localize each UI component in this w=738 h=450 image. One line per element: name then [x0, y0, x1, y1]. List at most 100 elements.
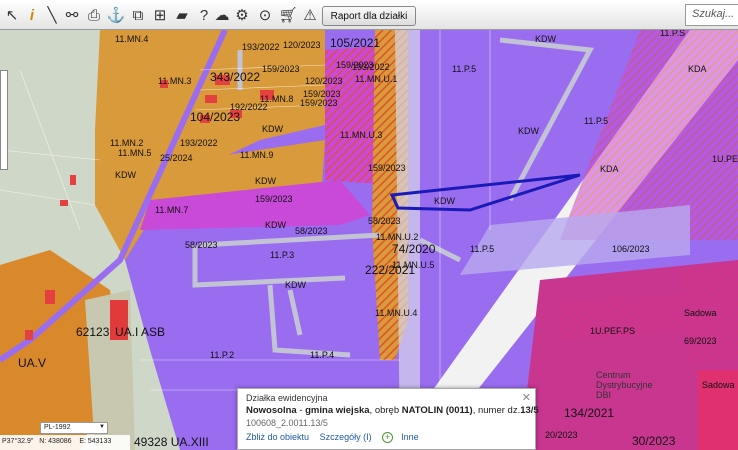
close-icon[interactable]: ✕	[522, 391, 531, 404]
parcel-label: 193/2022	[180, 138, 218, 148]
parcel-label: 58/2023	[185, 240, 218, 250]
info-icon[interactable]: i	[22, 5, 42, 25]
parcel-label: 20/2023	[545, 430, 578, 440]
parcel-label: UA.V	[18, 356, 47, 370]
coord-e: E: 543133	[79, 438, 112, 445]
zone-label: 11.MN.3	[158, 76, 192, 86]
parcel-label: 104/2023	[190, 110, 241, 124]
popup-links: Zbliż do obiektu Szczegóły (I) + Inne	[246, 432, 427, 443]
coord-lat: P37°32.9"	[2, 438, 34, 445]
side-panel-tab[interactable]	[0, 70, 8, 170]
coord-n: N: 438086	[39, 438, 72, 445]
zone-label: 11.MN.U.5	[392, 260, 435, 270]
precinct: NATOLIN (0011)	[401, 405, 473, 416]
layers-icon[interactable]: ⧉	[128, 5, 148, 25]
parcel-label: 343/2022	[210, 70, 261, 84]
parcel-label: UA.I ASB	[115, 325, 166, 339]
road-label: KDW	[265, 220, 286, 230]
zone-label: 11.MN.U.1	[355, 74, 398, 84]
parcel-info-popup: Działka ewidencyjna ✕ Nowosolna - gmina …	[237, 388, 539, 450]
road-label: KDW	[115, 170, 136, 180]
precinct-label: , obręb	[369, 405, 402, 416]
parcel-label: 159/2023	[300, 98, 338, 108]
zoom-icon[interactable]: ⊙	[255, 5, 275, 25]
road-label: KDW	[285, 280, 306, 290]
separator: -	[296, 405, 306, 416]
parcel-label: 74/2020	[392, 242, 436, 256]
zone-label: 11.MN.4	[115, 34, 149, 44]
parcel-label: 58/2023	[295, 226, 328, 236]
parcel-label: 193/2022	[242, 42, 280, 52]
plus-icon[interactable]: +	[382, 432, 394, 443]
zone-label: 11.MN.U.3	[340, 130, 383, 140]
parcel-label: 120/2023	[305, 76, 343, 86]
measure-line-icon[interactable]: ╲	[42, 5, 62, 25]
road-label: KDW	[262, 124, 283, 134]
parcel-label: 159/2023	[262, 64, 300, 74]
municipality: Nowosolna	[246, 405, 297, 416]
coordinate-readout: P37°32.9" N: 438086 E: 543133	[0, 435, 130, 450]
zone-label: 11.MN.U.4	[375, 308, 418, 318]
map-view[interactable]: 105/2021 120/2023 193/2022 159/2023 159/…	[0, 30, 738, 450]
zone-label: 11.MN.7	[155, 205, 189, 215]
road-label: Sadowa	[684, 308, 717, 318]
parcel-id: 100608_2.0011.13/5	[246, 418, 328, 428]
other-link[interactable]: Inne	[401, 432, 419, 442]
settings-icon[interactable]: ⚙	[232, 5, 252, 25]
road-label: KDW	[518, 126, 539, 136]
parcel-label: 105/2021	[330, 36, 381, 50]
search-input[interactable]: Szukaj...	[685, 4, 738, 26]
parcel-label: 30/2023	[632, 434, 676, 448]
zone-label: 11.MN.U.2	[376, 232, 419, 242]
parcel-label: 193/2022	[352, 62, 390, 72]
parcel-label: 58/2023	[368, 216, 401, 226]
popup-title: Działka ewidencyjna	[246, 393, 328, 403]
cloud-icon[interactable]: ☁	[212, 5, 232, 25]
parcel-label: 106/2023	[612, 244, 650, 254]
parcel-label: 69/2023	[684, 336, 717, 346]
zone-label: 1U.PEF.PS	[590, 326, 636, 336]
anchor-icon[interactable]: ⚓	[106, 5, 126, 25]
parcel-label: 49328 UA.XIII	[134, 435, 209, 449]
details-link[interactable]: Szczegóły (I)	[320, 432, 372, 442]
crs-select[interactable]: PL-1992 ▼	[40, 422, 108, 434]
zone-label: 11.P.5	[584, 116, 609, 126]
parcel-label: 134/2021	[564, 406, 615, 420]
place-label: Centrum Dystrybucyjne DBI	[596, 370, 653, 400]
zone-label: 11.P.5	[470, 244, 495, 254]
extent-icon[interactable]: ⊞	[150, 5, 170, 25]
zone-label: 11.P.3	[270, 250, 295, 260]
crs-value: PL-1992	[44, 424, 71, 431]
parcel-description: Nowosolna - gmina wiejska, obręb NATOLIN…	[246, 405, 539, 416]
chevron-down-icon: ▼	[99, 424, 105, 430]
cart-icon[interactable]: 🛒︎	[278, 5, 298, 25]
zone-label: 11.P.5	[452, 64, 477, 74]
print-icon[interactable]: ⎙	[84, 5, 104, 25]
parcel-label: 159/2023	[368, 163, 406, 173]
parcel-number: 13/5	[520, 405, 539, 416]
parcel-label: 159/2023	[255, 194, 293, 204]
road-label: KDW	[434, 196, 455, 206]
zone-label: 11.P.4	[310, 350, 335, 360]
road-label: KDW	[255, 176, 276, 186]
parcel-report-button[interactable]: Raport dla działki	[322, 6, 416, 26]
warning-icon[interactable]: ⚠	[300, 5, 320, 25]
road-label: KDA	[688, 64, 707, 74]
zoom-to-object-link[interactable]: Zbliż do obiektu	[246, 432, 309, 442]
road-label: Sadowa	[702, 380, 735, 390]
pointer-icon[interactable]: ↖	[2, 5, 22, 25]
road-label: KDW	[535, 34, 556, 44]
link-icon[interactable]: ⚯	[62, 5, 82, 25]
zone-label: 11.P.2	[210, 350, 235, 360]
zone-label: 11.MN.2	[110, 138, 144, 148]
parcel-number-label: , numer dz.	[472, 405, 521, 416]
comment-icon[interactable]: ▰	[172, 5, 192, 25]
zone-label: 11.MN.5	[118, 148, 152, 158]
parcel-label: 120/2023	[283, 40, 321, 50]
zone-label: 11.MN.8	[260, 94, 294, 104]
help-icon[interactable]: ?	[194, 5, 214, 25]
parcel-label: 62123	[76, 325, 110, 339]
parcel-label: 25/2024	[160, 153, 193, 163]
municipality-type: gmina wiejska	[305, 405, 370, 416]
road-label: KDA	[600, 164, 619, 174]
